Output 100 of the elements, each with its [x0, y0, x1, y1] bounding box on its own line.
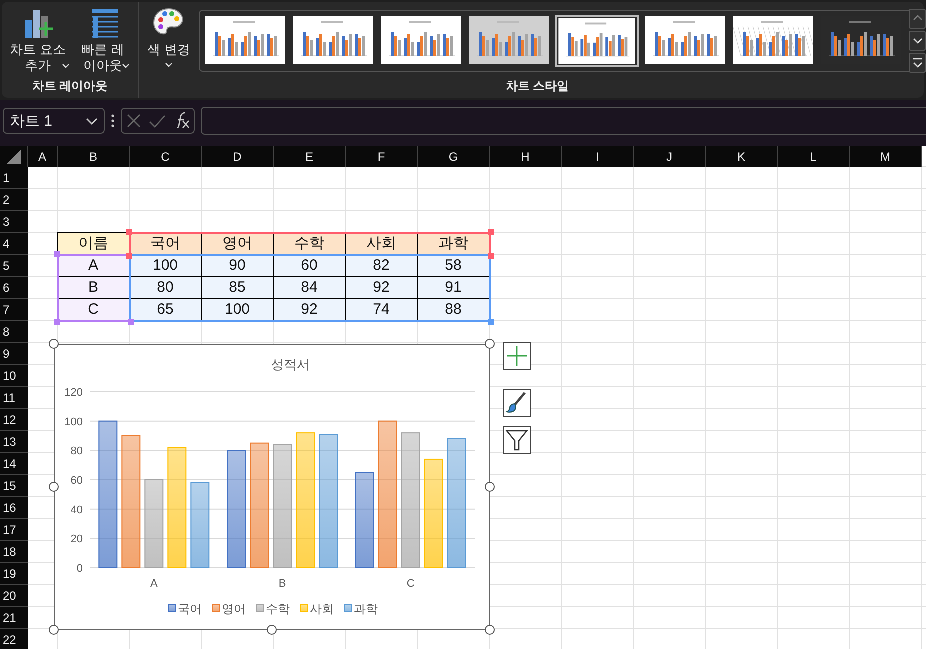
- column-header[interactable]: F: [346, 146, 418, 167]
- chart-style-thumbnail[interactable]: [203, 15, 287, 67]
- row-header[interactable]: 10: [0, 365, 28, 387]
- legend-item[interactable]: 국어: [168, 602, 202, 616]
- bar[interactable]: [250, 442, 269, 568]
- row-header[interactable]: 3: [0, 211, 28, 233]
- row-header[interactable]: 13: [0, 431, 28, 453]
- chart-style-thumbnail[interactable]: [731, 15, 815, 67]
- column-header[interactable]: C: [130, 146, 202, 167]
- highlight-handle[interactable]: [488, 253, 494, 259]
- axis-tick-label: 60: [70, 475, 83, 487]
- bar[interactable]: [401, 432, 420, 568]
- axis-tick-label: 0: [76, 563, 83, 575]
- bar[interactable]: [355, 472, 374, 568]
- highlight-handle[interactable]: [128, 319, 134, 325]
- row-header[interactable]: 2: [0, 189, 28, 211]
- chart-side-button[interactable]: [503, 389, 531, 417]
- row-header[interactable]: 16: [0, 497, 28, 519]
- resize-handle[interactable]: [485, 339, 495, 349]
- group-label: 차트 스타일: [504, 78, 570, 95]
- resize-handle[interactable]: [485, 482, 495, 492]
- highlight-handle[interactable]: [126, 229, 132, 235]
- row-header[interactable]: 12: [0, 409, 28, 431]
- resize-handle[interactable]: [49, 482, 59, 492]
- ribbon-button[interactable]: 색 변경: [145, 4, 193, 70]
- column-header[interactable]: J: [634, 146, 706, 167]
- column-header[interactable]: G: [418, 146, 490, 167]
- ribbon-button[interactable]: 빠른 레이아웃: [78, 4, 132, 76]
- legend-label: 국어: [178, 602, 202, 616]
- resize-handle[interactable]: [485, 625, 495, 635]
- row-header[interactable]: 15: [0, 475, 28, 497]
- bar[interactable]: [319, 434, 338, 568]
- row-header[interactable]: 20: [0, 585, 28, 607]
- select-all-icon[interactable]: [6, 148, 22, 164]
- chart-side-button[interactable]: [503, 342, 531, 370]
- bar[interactable]: [378, 420, 398, 568]
- column-header[interactable]: D: [202, 146, 274, 167]
- bar[interactable]: [122, 436, 141, 568]
- row-header[interactable]: 22: [0, 629, 28, 649]
- column-header[interactable]: A: [28, 146, 58, 167]
- row-header[interactable]: 8: [0, 321, 28, 343]
- chart-style-thumbnail[interactable]: [291, 15, 375, 67]
- bar[interactable]: [273, 444, 292, 568]
- column-header[interactable]: E: [274, 146, 346, 167]
- highlight-handle[interactable]: [54, 319, 60, 325]
- row-header[interactable]: 14: [0, 453, 28, 475]
- axis-tick-label: 40: [70, 504, 83, 516]
- chart-style-thumbnail[interactable]: [643, 15, 727, 67]
- cancel-icon[interactable]: [126, 113, 142, 129]
- chart-style-thumbnail[interactable]: [467, 15, 551, 67]
- resize-handle[interactable]: [267, 625, 277, 635]
- resize-handle[interactable]: [49, 625, 59, 635]
- chart-style-thumbnail[interactable]: [555, 15, 639, 67]
- legend-item[interactable]: 사회: [300, 602, 334, 616]
- caret-icon: [62, 63, 70, 69]
- column-header[interactable]: I: [562, 146, 634, 167]
- enter-icon[interactable]: [148, 113, 166, 129]
- highlight-handle[interactable]: [488, 229, 494, 235]
- chart-style-thumbnail[interactable]: [379, 15, 463, 67]
- row-header[interactable]: 7: [0, 299, 28, 321]
- highlight-handle[interactable]: [488, 319, 494, 325]
- row-header[interactable]: 5: [0, 255, 28, 277]
- legend-item[interactable]: 수학: [256, 602, 290, 616]
- column-header[interactable]: M: [850, 146, 922, 167]
- row-header[interactable]: 18: [0, 541, 28, 563]
- bar[interactable]: [227, 450, 246, 568]
- column-header[interactable]: B: [58, 146, 130, 167]
- name-box[interactable]: 차트 1: [3, 108, 105, 134]
- scroll-down-icon[interactable]: [909, 31, 926, 51]
- column-header[interactable]: H: [490, 146, 562, 167]
- table-cell: 80: [129, 276, 202, 299]
- formula-input[interactable]: [201, 107, 926, 135]
- highlight-handle[interactable]: [54, 251, 60, 257]
- bar[interactable]: [447, 438, 466, 568]
- table-cell: 85: [201, 276, 274, 299]
- row-header[interactable]: 9: [0, 343, 28, 365]
- row-header[interactable]: 1: [0, 167, 28, 189]
- group-label: 차트 레이아웃: [31, 78, 109, 95]
- legend-item[interactable]: 과학: [344, 602, 378, 616]
- chart-side-button[interactable]: [503, 426, 531, 454]
- row-header[interactable]: 11: [0, 387, 28, 409]
- highlight-handle[interactable]: [126, 253, 132, 259]
- column-header[interactable]: K: [706, 146, 778, 167]
- row-header[interactable]: 21: [0, 607, 28, 629]
- header-cell: 이름: [57, 232, 130, 255]
- row-header[interactable]: 19: [0, 563, 28, 585]
- ribbon-button[interactable]: 차트 요소 추가: [8, 4, 72, 76]
- legend-item[interactable]: 영어: [212, 602, 246, 616]
- row-header[interactable]: 4: [0, 233, 28, 255]
- resize-handle[interactable]: [49, 339, 59, 349]
- row-header[interactable]: 6: [0, 277, 28, 299]
- more-icon[interactable]: [909, 53, 926, 73]
- more-options-icon[interactable]: [111, 114, 115, 128]
- column-header[interactable]: L: [778, 146, 850, 167]
- bar[interactable]: [98, 420, 118, 568]
- bar[interactable]: [190, 482, 210, 568]
- table-cell: 92: [345, 276, 418, 299]
- bar[interactable]: [144, 480, 164, 568]
- table-cell: 100: [201, 298, 274, 321]
- row-header[interactable]: 17: [0, 519, 28, 541]
